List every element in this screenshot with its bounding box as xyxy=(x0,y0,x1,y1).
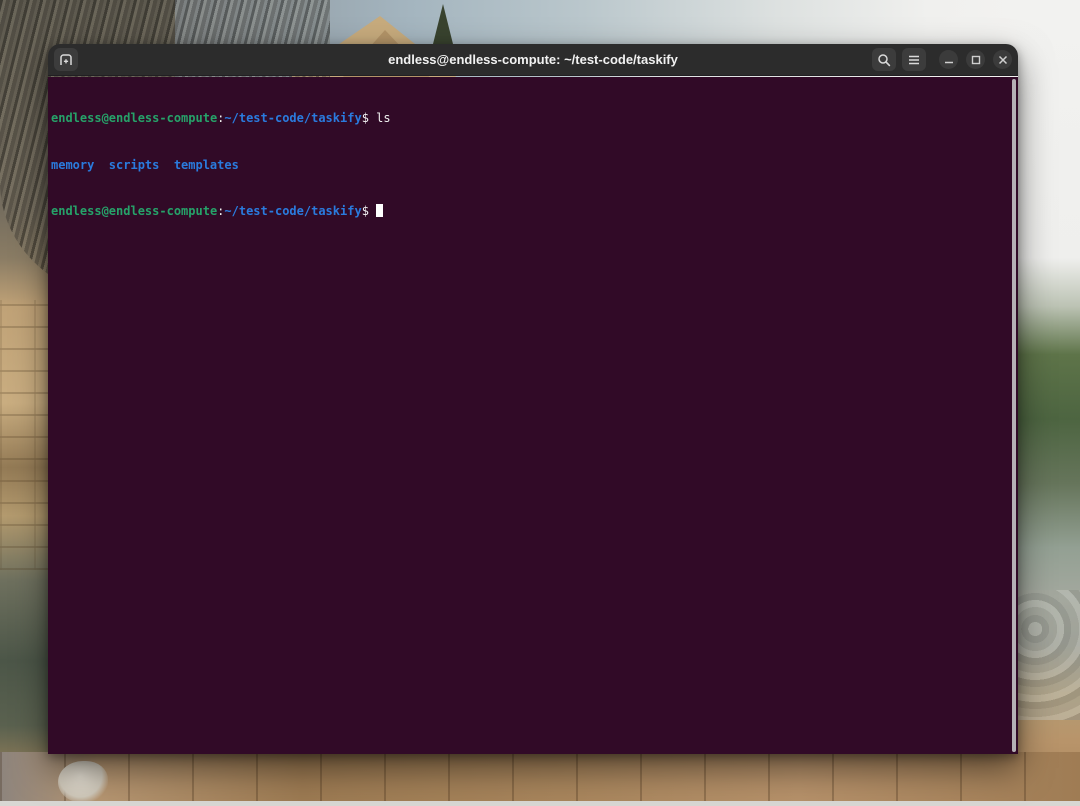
prompt-user-host: endless@endless-compute xyxy=(51,111,217,125)
terminal-cursor xyxy=(376,204,383,217)
command-text: ls xyxy=(376,111,390,125)
new-tab-button[interactable] xyxy=(54,48,78,71)
menu-button[interactable] xyxy=(902,48,926,71)
tab-new-icon xyxy=(59,53,73,66)
titlebar[interactable]: endless@endless-compute: ~/test-code/tas… xyxy=(48,44,1018,76)
close-icon xyxy=(998,55,1008,65)
wallpaper-tree xyxy=(432,4,454,48)
minimize-icon xyxy=(944,55,954,65)
directory-name: scripts xyxy=(109,158,160,172)
desktop: endless@endless-compute: ~/test-code/tas… xyxy=(0,0,1080,806)
maximize-button[interactable] xyxy=(966,50,985,69)
search-button[interactable] xyxy=(872,48,896,71)
directory-name: templates xyxy=(174,158,239,172)
prompt-symbol: $ xyxy=(362,204,376,218)
wallpaper-planks xyxy=(0,752,1080,806)
terminal-line-prompt-ls: endless@endless-compute:~/test-code/task… xyxy=(51,111,1008,127)
hamburger-menu-icon xyxy=(908,55,920,65)
prompt-user-host: endless@endless-compute xyxy=(51,204,217,218)
minimize-button[interactable] xyxy=(939,50,958,69)
wallpaper-rocks xyxy=(1016,590,1080,720)
terminal-window: endless@endless-compute: ~/test-code/tas… xyxy=(48,44,1018,754)
maximize-icon xyxy=(971,55,981,65)
terminal-scrollbar[interactable] xyxy=(1012,79,1016,752)
prompt-path: ~/test-code/taskify xyxy=(224,111,361,125)
prompt-symbol: $ xyxy=(362,111,376,125)
terminal-body[interactable]: endless@endless-compute:~/test-code/task… xyxy=(48,77,1018,754)
terminal-line-current-prompt: endless@endless-compute:~/test-code/task… xyxy=(51,204,1008,220)
bottom-panel-strip xyxy=(0,801,1080,806)
prompt-path: ~/test-code/taskify xyxy=(224,204,361,218)
directory-name: memory xyxy=(51,158,94,172)
close-button[interactable] xyxy=(993,50,1012,69)
terminal-line-ls-output: memory scripts templates xyxy=(51,158,1008,174)
wallpaper-white-figure xyxy=(58,761,108,803)
search-icon xyxy=(877,53,891,67)
